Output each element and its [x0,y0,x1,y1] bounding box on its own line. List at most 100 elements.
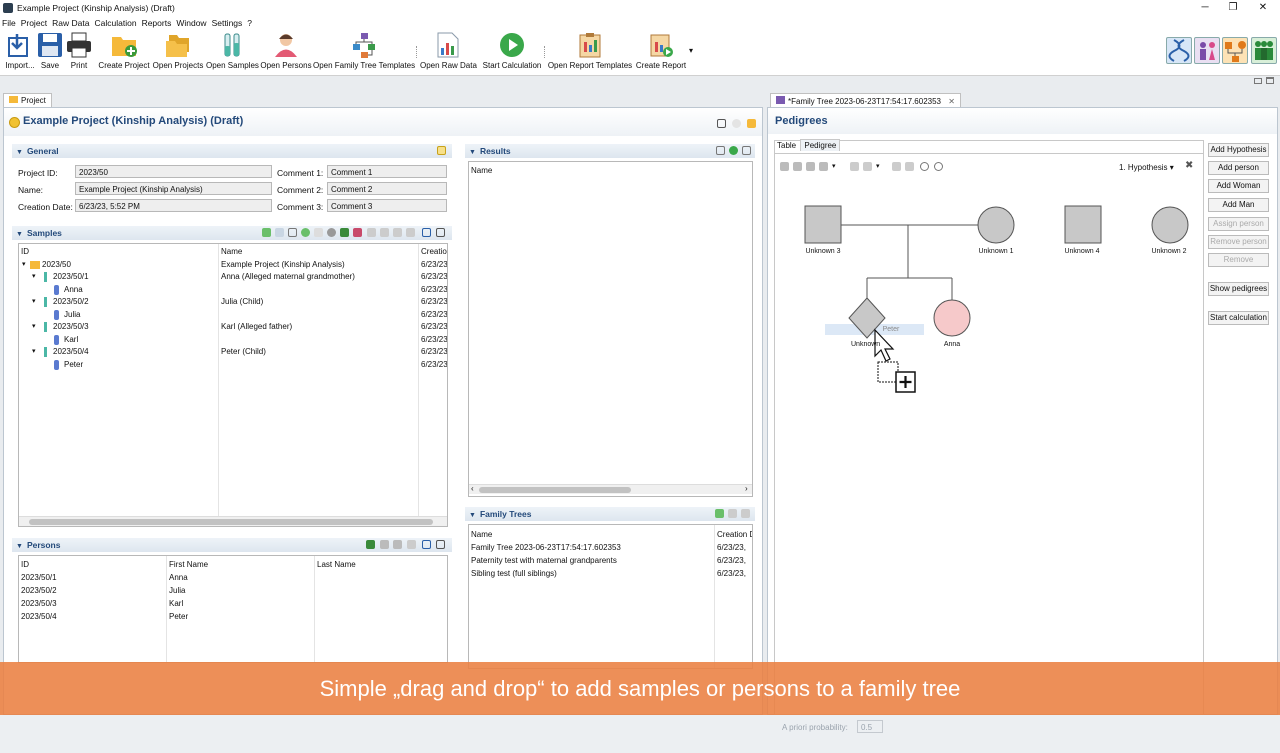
family-icon[interactable] [793,162,802,171]
close-window-button[interactable]: ✕ [1248,0,1278,16]
assign-person-button[interactable]: Assign person [1208,217,1269,231]
folder-settings-icon[interactable] [747,119,756,128]
expand-icon[interactable]: ▾ [22,260,26,268]
print-button[interactable]: Print [65,32,93,71]
copy-family-tree-icon[interactable] [728,509,737,518]
tube-icon[interactable] [314,228,323,237]
start-calculation-button[interactable]: Start calculation [1208,311,1269,325]
menu-help[interactable]: ? [247,18,252,28]
creation-date-field[interactable]: 6/23/23, 5:52 PM [75,199,272,212]
unassign-person-icon[interactable] [353,228,362,237]
copy-sample-icon[interactable] [288,228,297,237]
create-report-dropdown[interactable]: ▾ [689,46,693,55]
chart-icon[interactable] [393,228,402,237]
pedigree-node-unknown-2[interactable] [1151,206,1189,244]
comment1-field[interactable]: Comment 1 [327,165,447,178]
import-sample-icon[interactable] [275,228,284,237]
hypothesis-select[interactable]: 1. Hypothesis ▾ [1119,163,1174,172]
family-icon[interactable] [780,162,789,171]
project-id-field[interactable]: 2023/50 [75,165,272,178]
create-report-button[interactable]: Create Report [635,32,687,71]
comment2-field[interactable]: Comment 2 [327,182,447,195]
layout-icon[interactable] [850,162,859,171]
open-external-icon[interactable] [436,540,445,549]
family-icon[interactable] [806,162,815,171]
menu-file[interactable]: File [2,18,16,28]
menu-reports[interactable]: Reports [142,18,172,28]
column-header-name[interactable]: Name [471,530,492,539]
expand-icon[interactable]: ▾ [32,322,36,330]
column-icon[interactable] [380,228,389,237]
open-raw-data-button[interactable]: Open Raw Data [420,32,477,71]
column-header-id[interactable]: ID [21,560,29,569]
open-family-tree-templates-button[interactable]: Open Family Tree Templates [313,32,415,71]
family-icon[interactable] [819,162,828,171]
open-external-icon[interactable] [436,228,445,237]
remove-person-icon[interactable] [393,540,402,549]
distribute-icon[interactable] [905,162,914,171]
scroll-thumb[interactable] [479,487,631,493]
save-button[interactable]: Save [37,32,63,71]
name-field[interactable]: Example Project (Kinship Analysis) [75,182,272,195]
zoom-out-icon[interactable] [934,162,943,171]
edit-person-icon[interactable] [380,540,389,549]
close-tab-icon[interactable]: ✕ [948,97,955,106]
remove-person-button[interactable]: Remove person [1208,235,1269,249]
pedigree-node-unknown-4[interactable] [1064,205,1102,244]
scroll-right-icon[interactable]: › [745,484,748,493]
add-sample-icon[interactable] [262,228,271,237]
scroll-thumb[interactable] [29,519,433,525]
link-icon[interactable] [422,228,431,237]
expand-icon[interactable]: ▾ [32,297,36,305]
comment3-field[interactable]: Comment 3 [327,199,447,212]
stats-icon[interactable] [406,228,415,237]
add-person-icon[interactable] [366,540,375,549]
subtab-table[interactable]: Table [775,140,798,151]
results-section-header[interactable]: ▼ Results [465,144,755,158]
merge-icon[interactable] [407,540,416,549]
menu-raw-data[interactable]: Raw Data [52,18,89,28]
column-header-name[interactable]: Name [471,166,492,175]
report-icon[interactable] [716,146,725,155]
add-family-tree-icon[interactable] [715,509,724,518]
open-persons-button[interactable]: Open Persons [260,32,312,71]
samples-horizontal-scrollbar[interactable] [19,516,447,526]
remove-button[interactable]: Remove [1208,253,1269,267]
pedigree-node-unknown-1[interactable] [977,206,1015,244]
general-section-header[interactable]: ▼ General [12,144,452,158]
settings-icon[interactable] [742,146,751,155]
delete-hypothesis-icon[interactable]: ✖ [1185,160,1193,171]
maximize-view-icon[interactable] [1266,77,1274,84]
family-trees-section-header[interactable]: ▼ Family Trees [465,507,755,521]
menu-project[interactable]: Project [21,18,47,28]
add-woman-button[interactable]: Add Woman [1208,179,1269,193]
edit-family-tree-icon[interactable] [741,509,750,518]
refresh-sample-icon[interactable] [301,228,310,237]
column-header-creation-date[interactable]: Creation D [717,530,752,539]
pedigree-node-unknown-3[interactable] [804,205,842,244]
family-perspective-icon[interactable] [1251,37,1277,64]
minimize-view-icon[interactable] [1254,78,1262,84]
tab-family-tree[interactable]: *Family Tree 2023-06-23T17:54:17.602353 … [770,93,961,107]
add-hypothesis-button[interactable]: Add Hypothesis [1208,143,1269,157]
column-header-id[interactable]: ID [21,247,29,256]
add-person-button[interactable]: Add person [1208,161,1269,175]
layout-icon[interactable] [863,162,872,171]
open-external-icon[interactable] [717,119,726,128]
menu-calculation[interactable]: Calculation [95,18,137,28]
column-header-first-name[interactable]: First Name [169,560,208,569]
column-header-creation[interactable]: Creation [421,247,447,256]
open-report-templates-button[interactable]: Open Report Templates [547,32,633,71]
results-horizontal-scrollbar[interactable]: ‹ › [469,484,752,494]
create-project-button[interactable]: Create Project [98,32,150,71]
zoom-in-icon[interactable] [920,162,929,171]
apriori-input[interactable]: 0.5 [857,720,883,733]
dropdown-icon[interactable]: ▾ [876,162,880,170]
column-header-last-name[interactable]: Last Name [317,560,356,569]
column-icon[interactable] [367,228,376,237]
expand-icon[interactable]: ▾ [32,272,36,280]
align-icon[interactable] [892,162,901,171]
dropdown-icon[interactable]: ▾ [832,162,836,170]
column-header-name[interactable]: Name [221,247,242,256]
status-circle-icon[interactable] [732,119,741,128]
